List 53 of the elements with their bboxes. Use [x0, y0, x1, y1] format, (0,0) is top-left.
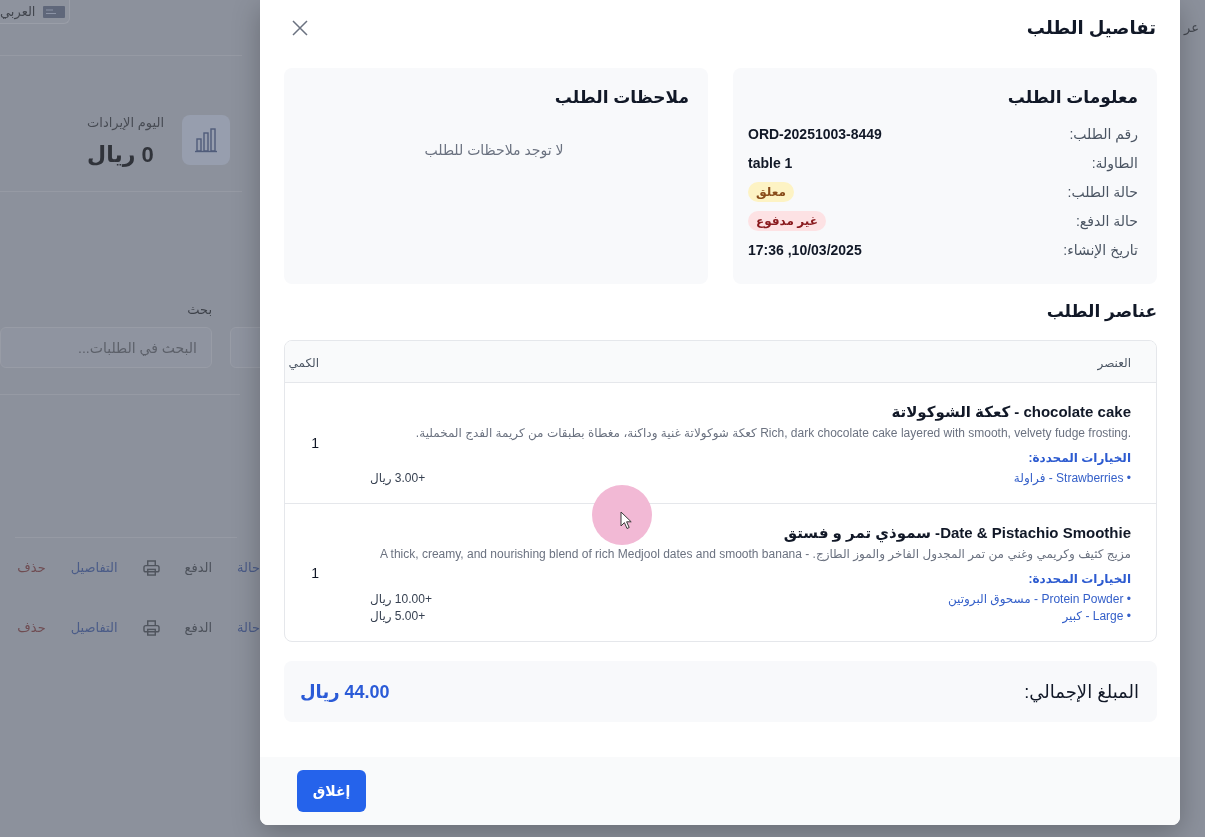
action-link[interactable]: حذف: [17, 560, 46, 576]
field-label: حالة الطلب:: [1067, 183, 1138, 200]
column-header: العنصر: [1097, 355, 1131, 370]
action-link[interactable]: حالة: [237, 620, 260, 636]
item-description: مزيج كثيف وكريمي وغني من تمر المجدول الفاخر والموز الطازج. - A thick, creamy, and nourishing blend of rich Medjool dates and smooth banana: [379, 546, 1131, 562]
close-button[interactable]: إغلاق: [297, 770, 366, 812]
item-name: chocolate cake - كعكة الشوكولاتة: [891, 403, 1131, 421]
select-field[interactable]: [230, 327, 260, 368]
field-label: رقم الطلب:: [1069, 125, 1138, 142]
modal-title: تفاصيل الطلب: [1026, 17, 1156, 39]
option-price: +3.00 ريال: [370, 470, 426, 487]
close-icon: [292, 20, 308, 36]
option-text: • Strawberries - فراولة: [1013, 470, 1131, 487]
option-price: +10.00 ريال: [370, 591, 432, 608]
printer-icon[interactable]: [142, 560, 160, 576]
action-link[interactable]: التفاصيل: [70, 620, 118, 636]
field-label: حالة الدفع:: [1075, 212, 1138, 229]
cursor-icon: [592, 485, 652, 545]
section-title: عناصر الطلب: [1046, 302, 1157, 322]
item-name: Date & Pistachio Smoothie- سموذي تمر و فستق: [783, 524, 1131, 542]
option-price: +5.00 ريال: [370, 608, 426, 625]
total-amount: 44.00 ريال: [300, 680, 390, 703]
card-title: معلومات الطلب: [1007, 88, 1138, 108]
language-button[interactable]: العربي: [0, 0, 70, 24]
action-link[interactable]: الدفع: [184, 620, 213, 636]
search-label: بحث: [187, 302, 212, 318]
revenue-value: 0 ريال: [87, 141, 154, 169]
field-value: 10/03/2025, 17:36: [748, 241, 862, 258]
action-link[interactable]: حالة: [237, 560, 260, 576]
status-badge: غير مدفوع: [748, 210, 826, 231]
quantity-text: 1: [311, 435, 319, 451]
option-text: • Protein Powder - مسحوق البروتين: [947, 591, 1131, 608]
quantity-text: 1: [311, 564, 319, 581]
action-link[interactable]: حذف: [17, 620, 46, 636]
options-heading: الخيارات المحددة:: [1028, 571, 1131, 587]
action-link[interactable]: الدفع: [184, 560, 213, 576]
printer-icon[interactable]: [142, 620, 160, 636]
option-text: • Large - كبير: [1062, 608, 1131, 625]
field-value: ORD-20251003-8449: [748, 125, 882, 142]
empty-notes-text: لا توجد ملاحظات للطلب: [424, 142, 564, 158]
field-label: الطاولة:: [1091, 154, 1138, 171]
action-link[interactable]: التفاصيل: [70, 560, 118, 576]
header-text: عر: [1184, 20, 1199, 35]
card-title: ملاحظات الطلب: [554, 88, 689, 108]
revenue-label: اليوم الإيرادات: [87, 115, 164, 131]
flag-icon: [43, 5, 66, 18]
status-badge: معلق: [748, 181, 794, 202]
field-value: table 1: [748, 154, 793, 171]
bar-chart-icon: [182, 115, 230, 165]
total-label: المبلغ الإجمالي:: [1024, 680, 1139, 703]
field-label: تاريخ الإنشاء:: [1063, 241, 1138, 258]
options-heading: الخيارات المحددة:: [1028, 450, 1131, 466]
column-header: الكمي: [288, 355, 319, 370]
